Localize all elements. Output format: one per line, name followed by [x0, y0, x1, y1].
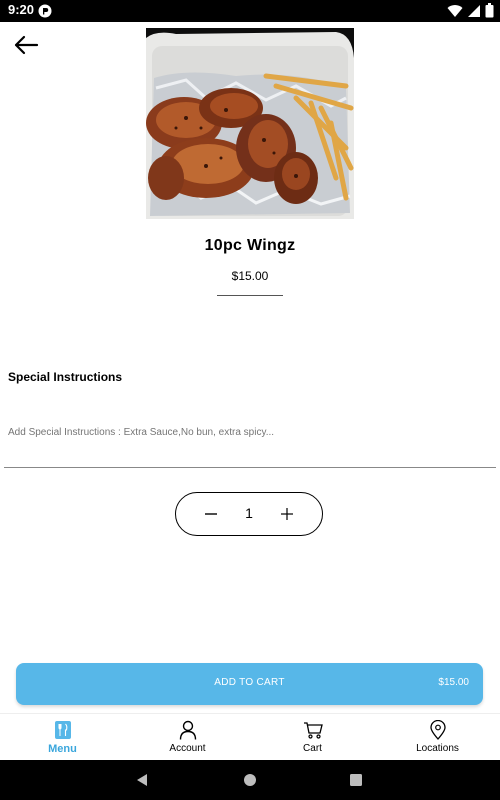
menu-fork-knife-icon: [54, 721, 71, 739]
map-pin-icon: [429, 720, 446, 740]
nav-label-menu: Menu: [48, 743, 77, 755]
add-to-cart-button[interactable]: ADD TO CART $15.00: [16, 663, 483, 705]
nav-label-cart: Cart: [303, 743, 322, 754]
system-back-icon[interactable]: [134, 772, 150, 788]
nav-label-account: Account: [169, 743, 206, 754]
special-instructions-heading: Special Instructions: [8, 370, 123, 384]
special-instructions-divider: [4, 467, 496, 468]
quantity-stepper: 1: [175, 492, 323, 536]
back-arrow-icon[interactable]: [13, 34, 39, 56]
special-instructions-input[interactable]: [8, 427, 488, 438]
system-recents-icon[interactable]: [348, 772, 364, 788]
battery-icon: [485, 3, 494, 18]
add-to-cart-label: ADD TO CART: [214, 677, 285, 688]
status-time: 9:20: [8, 2, 35, 17]
system-home-icon[interactable]: [242, 772, 258, 788]
plus-icon[interactable]: [280, 507, 294, 521]
price-divider: [217, 295, 283, 296]
quantity-value: 1: [245, 505, 253, 521]
status-bar: 9:20: [0, 0, 500, 22]
product-title: 10pc Wingz: [204, 237, 296, 254]
wifi-icon: [447, 4, 463, 17]
product-image: [146, 28, 354, 219]
add-to-cart-price: $15.00: [438, 677, 469, 688]
person-icon: [179, 720, 196, 740]
cart-icon: [303, 722, 323, 739]
bottom-nav: Menu Account Cart Locations: [0, 713, 500, 761]
product-price: $15.00: [231, 269, 269, 283]
nav-item-cart[interactable]: Cart: [250, 714, 375, 761]
status-icons: [447, 3, 494, 18]
system-nav-bar: [0, 760, 500, 800]
notification-icon: [38, 4, 52, 18]
nav-item-account[interactable]: Account: [125, 714, 250, 761]
nav-item-locations[interactable]: Locations: [375, 714, 500, 761]
nav-item-menu[interactable]: Menu: [0, 714, 125, 761]
signal-icon: [468, 4, 480, 17]
nav-label-locations: Locations: [416, 743, 459, 754]
